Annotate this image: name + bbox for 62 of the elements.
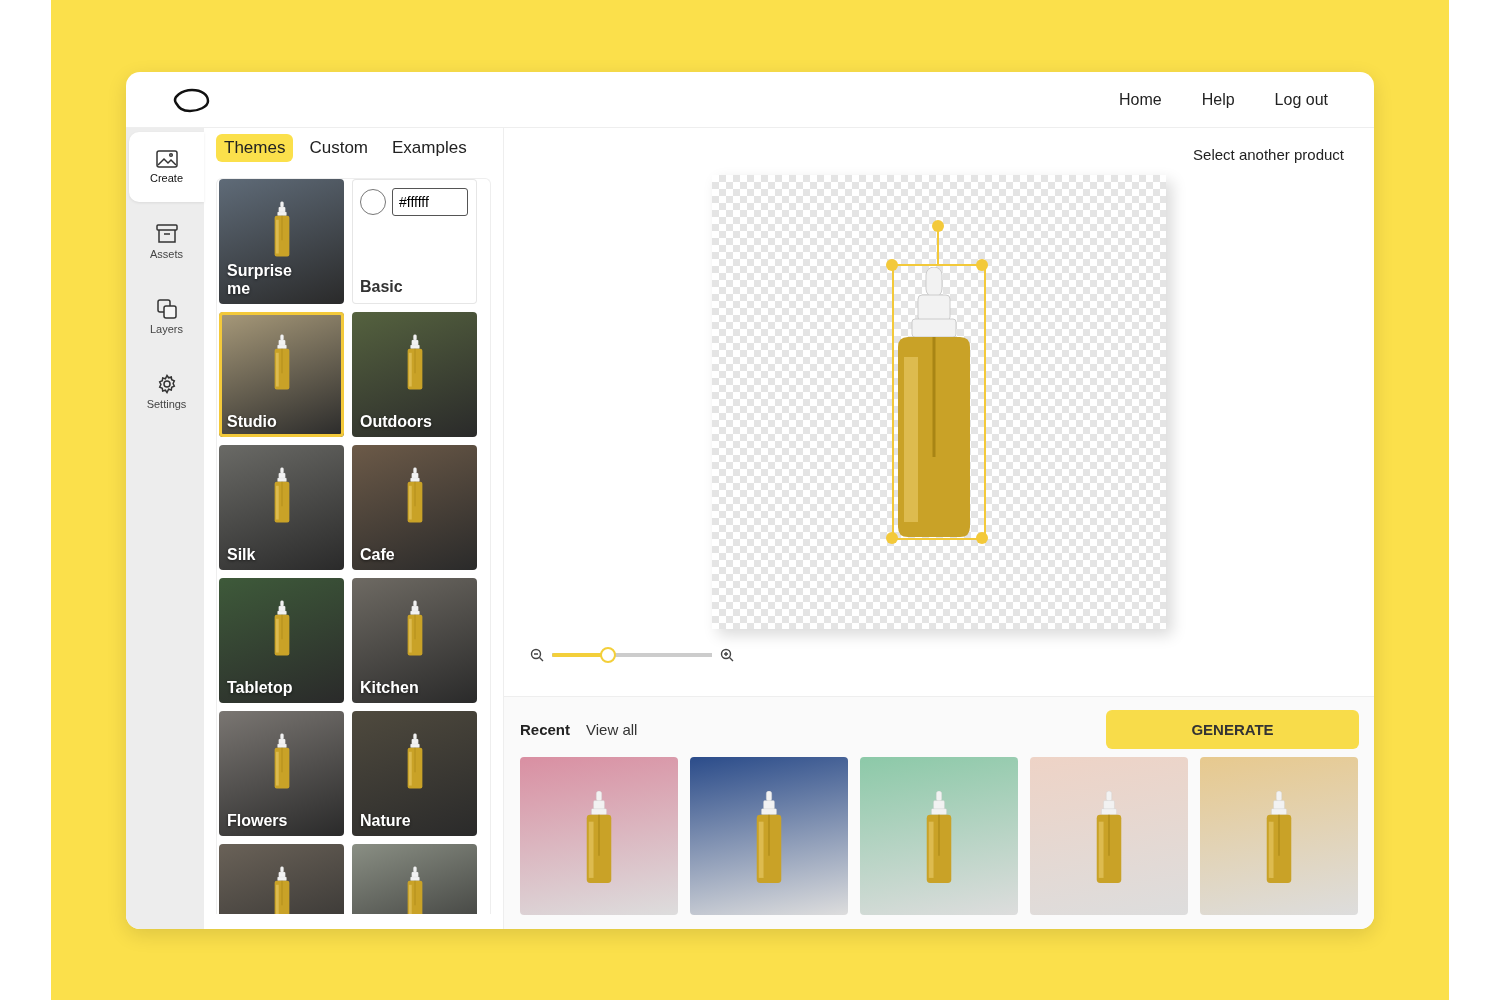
generate-button[interactable]: GENERATE [1106,709,1359,749]
theme-card[interactable]: Kitchen [352,578,477,703]
bottle-icon [584,791,614,883]
bottle-icon [405,600,424,656]
bottle-icon [405,467,424,523]
theme-label: Cafe [360,545,395,564]
sidebar-item[interactable]: Settings [129,357,204,427]
nav-link[interactable]: Home [1119,90,1162,109]
bottle-icon [924,791,954,883]
theme-label: Kitchen [360,678,419,697]
theme-label: Studio [227,412,277,431]
bottle-icon [272,467,291,523]
sidebar-item[interactable]: Create [129,132,204,202]
sidebar-item[interactable]: Assets [129,207,204,277]
theme-label: Flowers [227,811,288,830]
theme-card[interactable]: Studio [219,312,344,437]
archive-box-icon [155,224,178,244]
bottle-icon [754,791,784,883]
select-product-link[interactable]: Select another product [1193,146,1344,163]
bottle-icon [405,866,424,914]
generated-image[interactable] [690,757,848,915]
tab[interactable]: Themes [216,134,294,162]
copy-icon [156,299,177,319]
recent-heading: Recent [520,720,571,738]
color-input-field[interactable]: #ffffff [392,188,468,216]
bottle-icon [272,201,291,257]
bottle-icon [1094,791,1124,883]
sidebar-item[interactable]: Layers [129,282,204,352]
theme-card[interactable]: Tabletop [219,578,344,703]
nav-link[interactable]: Help [1201,90,1235,109]
theme-card[interactable]: Flowers [219,711,344,836]
bottle-icon [272,600,291,656]
bottle-icon [405,733,424,789]
theme-label: Basic [360,277,403,296]
selection-box[interactable] [886,219,988,545]
theme-card[interactable]: Outdoors [352,312,477,437]
slider-handle[interactable] [600,647,616,663]
zoom-out-icon[interactable] [530,648,544,662]
bottle-icon [272,733,291,789]
bottle-icon [405,334,424,390]
theme-card[interactable]: Nature [352,711,477,836]
bottle-icon [1264,791,1294,883]
theme-label: Nature [360,811,411,830]
tab[interactable]: Examples [384,134,475,162]
zoom-in-icon[interactable] [720,648,734,662]
theme-card[interactable]: #ffffff Basic [352,179,477,304]
theme-label: Tabletop [227,678,293,697]
theme-label: Outdoors [360,412,432,431]
theme-card[interactable]: Silk [219,445,344,570]
image-icon [155,150,178,168]
bottle-icon [272,334,291,390]
theme-label: Silk [227,545,256,564]
view-all-link[interactable]: View all [586,720,638,738]
color-swatch[interactable] [360,189,386,215]
theme-card[interactable]: Surprise me [219,179,344,304]
cloud-logo-icon[interactable] [172,86,210,113]
tab[interactable]: Custom [301,134,376,162]
settings-icon [156,374,177,394]
theme-card[interactable]: Cafe [352,445,477,570]
theme-label: Surprise me [227,262,293,298]
nav-link[interactable]: Log out [1274,90,1328,109]
bottle-icon [272,866,291,914]
